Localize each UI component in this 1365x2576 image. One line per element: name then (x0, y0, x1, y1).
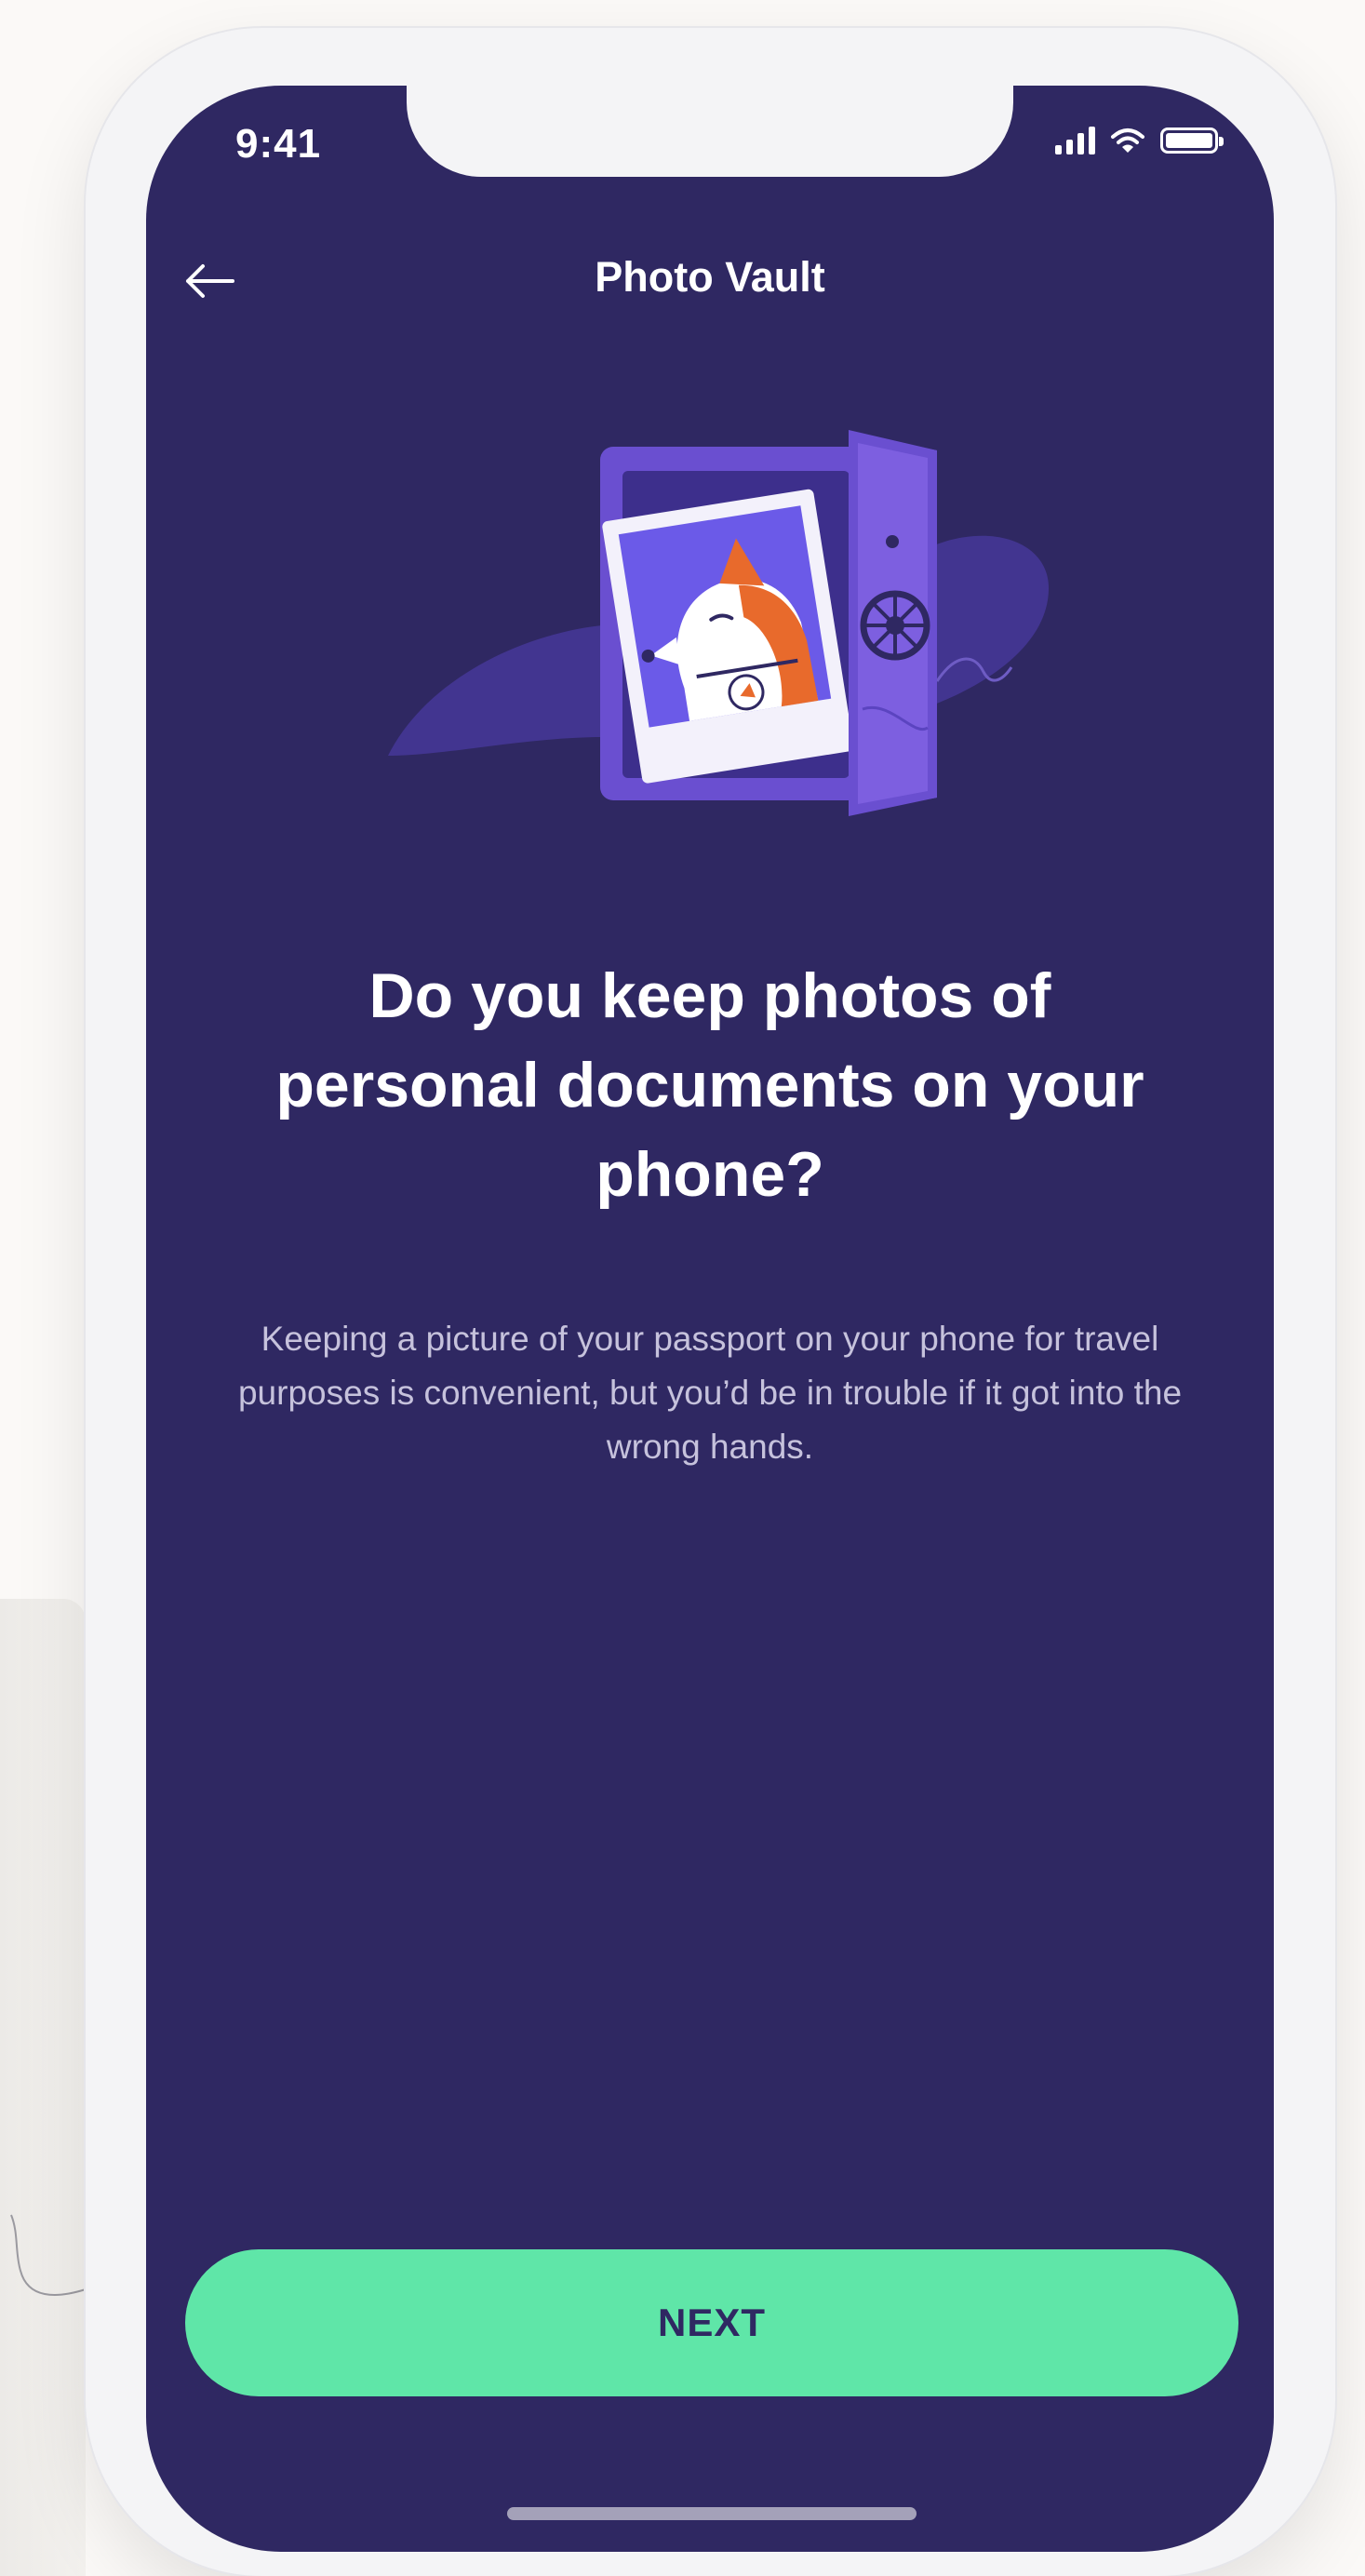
headline: Do you keep photos of personal documents… (275, 960, 1144, 1210)
next-button[interactable]: NEXT (185, 2249, 1238, 2396)
decorative-blob-left (388, 625, 602, 756)
signal-icon (1055, 127, 1095, 154)
home-indicator (507, 2507, 917, 2520)
photo-card (602, 489, 854, 784)
notch (407, 86, 1013, 177)
battery-icon (1160, 127, 1224, 154)
photo-vault-illustration (388, 430, 1049, 816)
page-title: Photo Vault (595, 253, 825, 301)
body-text: Keeping a picture of your passport on yo… (237, 1320, 1183, 1466)
background-doodle (10, 2214, 87, 2296)
status-time: 9:41 (235, 121, 322, 167)
background-panel (0, 1599, 86, 2576)
wifi-icon (1111, 128, 1144, 153)
phone-screen: 9:41 Photo Vault Do you keep photos of p… (146, 86, 1274, 2552)
status-icons (1055, 127, 1224, 154)
